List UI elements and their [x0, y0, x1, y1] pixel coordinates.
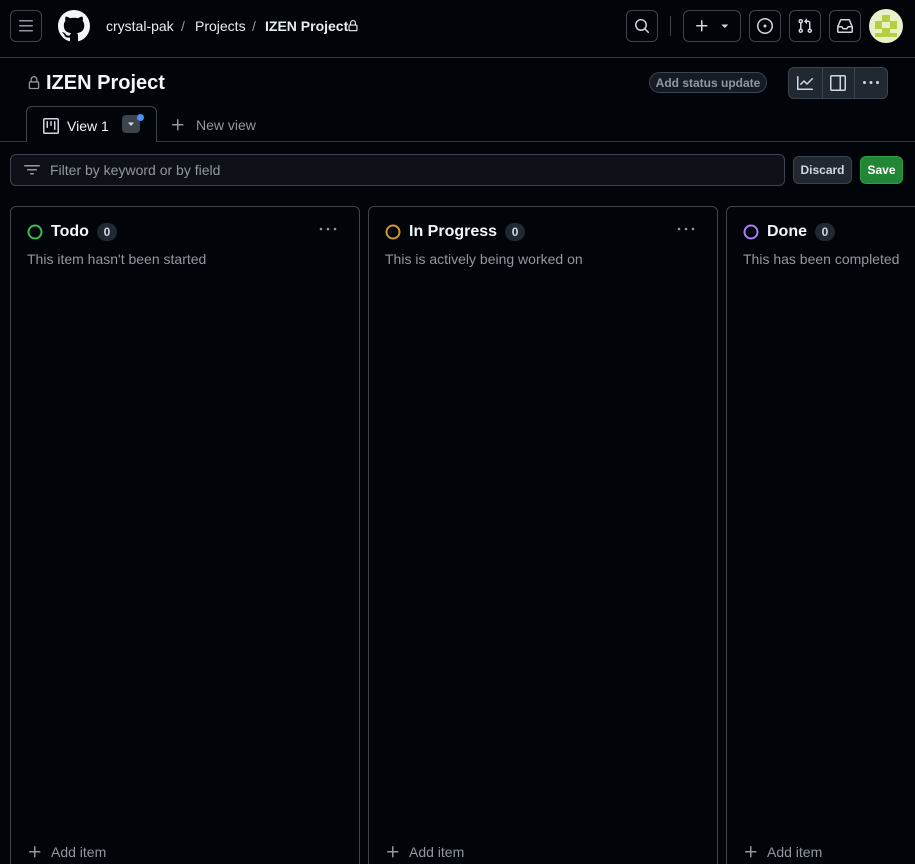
more-options-button[interactable]	[854, 68, 887, 98]
column-menu-button[interactable]	[319, 223, 337, 235]
breadcrumb-current-project[interactable]: IZEN Project	[265, 18, 348, 34]
column-description: This item hasn't been started	[27, 251, 207, 267]
new-view-label: New view	[196, 117, 256, 133]
search-button[interactable]	[626, 10, 658, 42]
project-board-icon	[43, 118, 59, 134]
status-circle-icon	[743, 224, 759, 240]
breadcrumb-projects[interactable]: Projects	[195, 18, 246, 34]
tab-view-1[interactable]: View 1	[26, 106, 157, 142]
triangle-down-icon	[128, 122, 134, 126]
top-header: crystal-pak / Projects / IZEN Project	[0, 0, 915, 58]
breadcrumb-separator: /	[252, 18, 256, 34]
lock-icon	[28, 76, 40, 90]
issues-button[interactable]	[749, 10, 781, 42]
add-status-update-button[interactable]: Add status update	[649, 72, 767, 93]
triangle-down-icon	[721, 24, 729, 28]
kebab-horizontal-icon	[319, 227, 337, 231]
column-name[interactable]: Todo	[51, 223, 89, 241]
github-logo-icon[interactable]	[58, 10, 90, 42]
toggle-side-panel-button[interactable]	[821, 68, 855, 98]
column-count-badge: 0	[815, 223, 835, 241]
project-actions-group	[788, 67, 888, 99]
header-divider	[670, 16, 671, 36]
column-name[interactable]: Done	[767, 223, 807, 241]
plus-icon	[172, 119, 184, 131]
unsaved-changes-dot	[137, 114, 144, 121]
status-circle-icon	[385, 224, 401, 240]
board-column-in-progress: In Progress 0 This is actively being wor…	[368, 206, 718, 864]
breadcrumb-owner[interactable]: crystal-pak	[106, 18, 174, 34]
column-header: Todo 0	[27, 223, 117, 241]
column-menu-button[interactable]	[677, 223, 695, 235]
board-column-todo: Todo 0 This item hasn't been started Add…	[10, 206, 360, 864]
column-name[interactable]: In Progress	[409, 223, 497, 241]
filter-icon	[24, 165, 40, 175]
plus-icon	[29, 846, 41, 858]
search-icon	[635, 19, 650, 34]
board-column-done: Done 0 This has been completed Add item	[726, 206, 915, 864]
column-description: This is actively being worked on	[385, 251, 583, 267]
project-title[interactable]: IZEN Project	[46, 72, 165, 95]
sidebar-expand-icon	[830, 75, 847, 91]
insights-button[interactable]	[789, 68, 822, 98]
user-avatar[interactable]	[869, 9, 903, 43]
add-item-label: Add item	[767, 844, 823, 860]
lock-icon	[348, 20, 358, 32]
breadcrumb-separator: /	[181, 18, 185, 34]
inbox-button[interactable]	[829, 10, 861, 42]
identicon-avatar-icon	[875, 15, 897, 37]
column-count-badge: 0	[505, 223, 526, 241]
new-view-button[interactable]: New view	[170, 117, 256, 133]
create-new-button[interactable]	[683, 10, 741, 42]
plus-icon	[387, 846, 399, 858]
add-item-button[interactable]: Add item	[385, 844, 464, 860]
tab-label: View 1	[67, 118, 109, 134]
hamburger-icon	[19, 20, 33, 32]
status-circle-icon	[27, 224, 43, 240]
save-button[interactable]: Save	[860, 156, 903, 184]
column-header: In Progress 0	[385, 223, 526, 241]
discard-button[interactable]: Discard	[793, 156, 852, 184]
inbox-icon	[837, 19, 853, 33]
column-description: This has been completed	[743, 251, 900, 267]
filter-placeholder: Filter by keyword or by field	[50, 162, 221, 178]
pull-requests-button[interactable]	[789, 10, 821, 42]
plus-icon	[696, 20, 708, 32]
add-item-label: Add item	[409, 844, 465, 860]
hamburger-menu-button[interactable]	[10, 10, 42, 42]
column-count-badge: 0	[96, 223, 117, 241]
kebab-horizontal-icon	[863, 81, 880, 84]
git-pull-request-icon	[798, 18, 813, 34]
add-item-button[interactable]: Add item	[743, 844, 822, 860]
issue-opened-icon	[757, 18, 773, 34]
plus-icon	[745, 846, 757, 858]
filter-input[interactable]: Filter by keyword or by field	[10, 154, 785, 186]
add-item-button[interactable]: Add item	[27, 844, 106, 860]
add-item-label: Add item	[51, 844, 107, 860]
kebab-horizontal-icon	[677, 227, 695, 231]
column-header: Done 0	[743, 223, 835, 241]
graph-icon	[797, 76, 814, 90]
